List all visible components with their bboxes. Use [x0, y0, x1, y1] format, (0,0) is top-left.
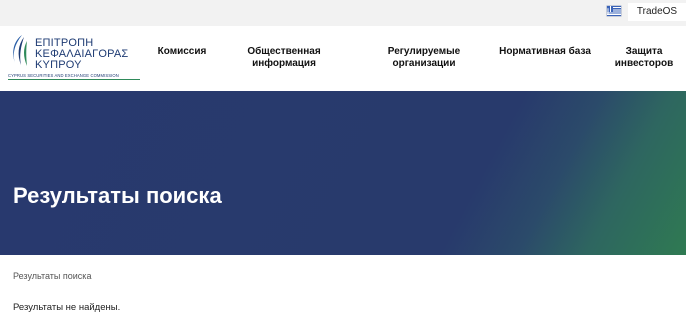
page-title: Результаты поиска	[13, 183, 222, 208]
logo-emblem-icon	[13, 35, 27, 66]
top-utility-bar: TradeOS	[0, 0, 686, 26]
greek-flag-icon[interactable]	[607, 6, 621, 16]
breadcrumb: Результаты поиска	[13, 271, 92, 281]
hero-banner: Результаты поиска	[0, 91, 686, 255]
tradeos-link[interactable]: TradeOS	[628, 3, 686, 21]
logo-divider	[8, 79, 140, 80]
logo-subtitle: CYPRUS SECURITIES AND EXCHANGE COMMISSIO…	[8, 73, 119, 78]
logo-text-line-3: ΚΥΠΡΟΥ	[35, 59, 82, 71]
no-results-message: Результаты не найдены.	[13, 302, 121, 313]
nav-item-public-information[interactable]: Общественная информация	[236, 46, 332, 70]
nav-item-regulated-entities[interactable]: Регулируемые организации	[376, 46, 472, 70]
nav-item-investor-protection[interactable]: Защита инвесторов	[608, 46, 680, 70]
nav-item-commission[interactable]: Комиссия	[150, 46, 214, 58]
nav-item-legal-framework[interactable]: Нормативная база	[496, 46, 594, 58]
site-logo[interactable]: ΕΠΙΤΡΟΠΗ ΚΕΦΑΛΑΙΑΓΟΡΑΣ ΚΥΠΡΟΥ CYPRUS SEC…	[6, 33, 140, 85]
